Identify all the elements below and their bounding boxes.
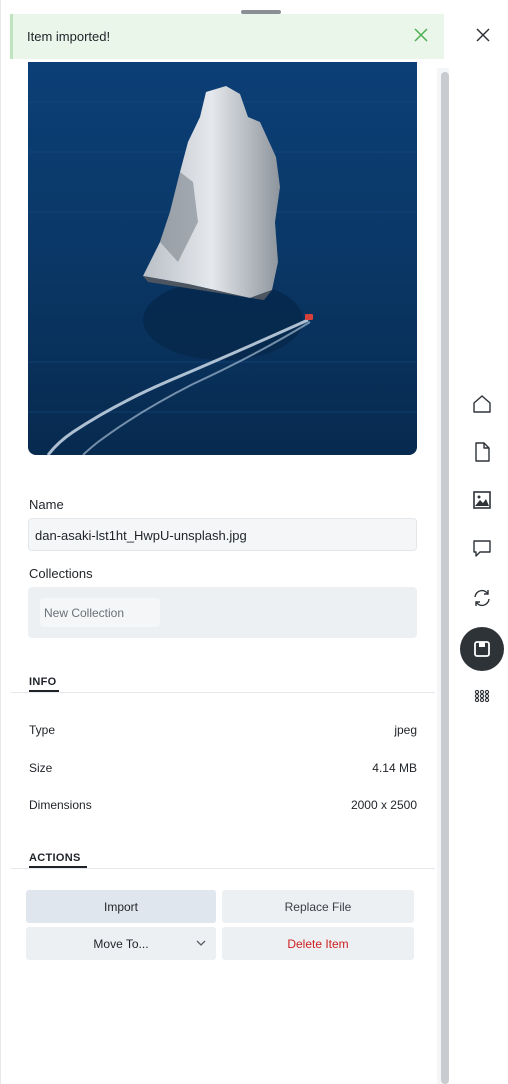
toast-close-icon[interactable] xyxy=(410,24,432,46)
details-panel: Name dan-asaki-lst1ht_HwpU-unsplash.jpg … xyxy=(0,0,453,1084)
toast-message: Item imported! xyxy=(27,29,111,44)
info-value: 4.14 MB xyxy=(372,761,417,775)
delete-item-button[interactable]: Delete Item xyxy=(222,927,414,960)
info-value: 2000 x 2500 xyxy=(350,798,417,812)
collections-label: Collections xyxy=(29,566,93,581)
save-button[interactable] xyxy=(460,627,504,671)
actions-section-title: ACTIONS xyxy=(29,852,81,864)
comment-icon[interactable] xyxy=(470,536,494,560)
info-divider xyxy=(11,692,435,693)
info-key: Size xyxy=(29,761,53,775)
move-to-label: Move To... xyxy=(93,937,149,951)
info-row-dimensions: Dimensions 2000 x 2500 xyxy=(29,798,417,816)
image-preview xyxy=(28,62,417,455)
info-key: Dimensions xyxy=(29,798,92,812)
info-section-title: INFO xyxy=(29,676,57,688)
file-icon[interactable] xyxy=(470,440,494,464)
scrollbar-thumb[interactable] xyxy=(441,72,449,1084)
name-field[interactable]: dan-asaki-lst1ht_HwpU-unsplash.jpg xyxy=(28,518,417,551)
success-toast: Item imported! xyxy=(10,14,444,59)
info-row-size: Size 4.14 MB xyxy=(29,761,417,779)
actions-divider xyxy=(11,868,435,869)
photo-illustration xyxy=(28,62,417,455)
save-icon xyxy=(474,641,490,657)
new-collection-input[interactable]: New Collection xyxy=(40,598,160,627)
move-to-dropdown[interactable]: Move To... xyxy=(26,927,216,960)
close-icon[interactable] xyxy=(473,25,493,45)
collections-field[interactable]: New Collection xyxy=(28,587,417,638)
info-row-type: Type jpeg xyxy=(29,723,417,741)
info-value: jpeg xyxy=(394,723,417,737)
sync-icon[interactable] xyxy=(470,586,494,610)
replace-file-button[interactable]: Replace File xyxy=(222,890,414,923)
name-label: Name xyxy=(29,497,64,512)
chevron-down-icon xyxy=(196,940,206,946)
apps-grid-icon[interactable] xyxy=(470,684,494,708)
info-key: Type xyxy=(29,723,56,737)
image-icon[interactable] xyxy=(470,488,494,512)
home-icon[interactable] xyxy=(470,392,494,416)
import-button[interactable]: Import xyxy=(26,890,216,923)
